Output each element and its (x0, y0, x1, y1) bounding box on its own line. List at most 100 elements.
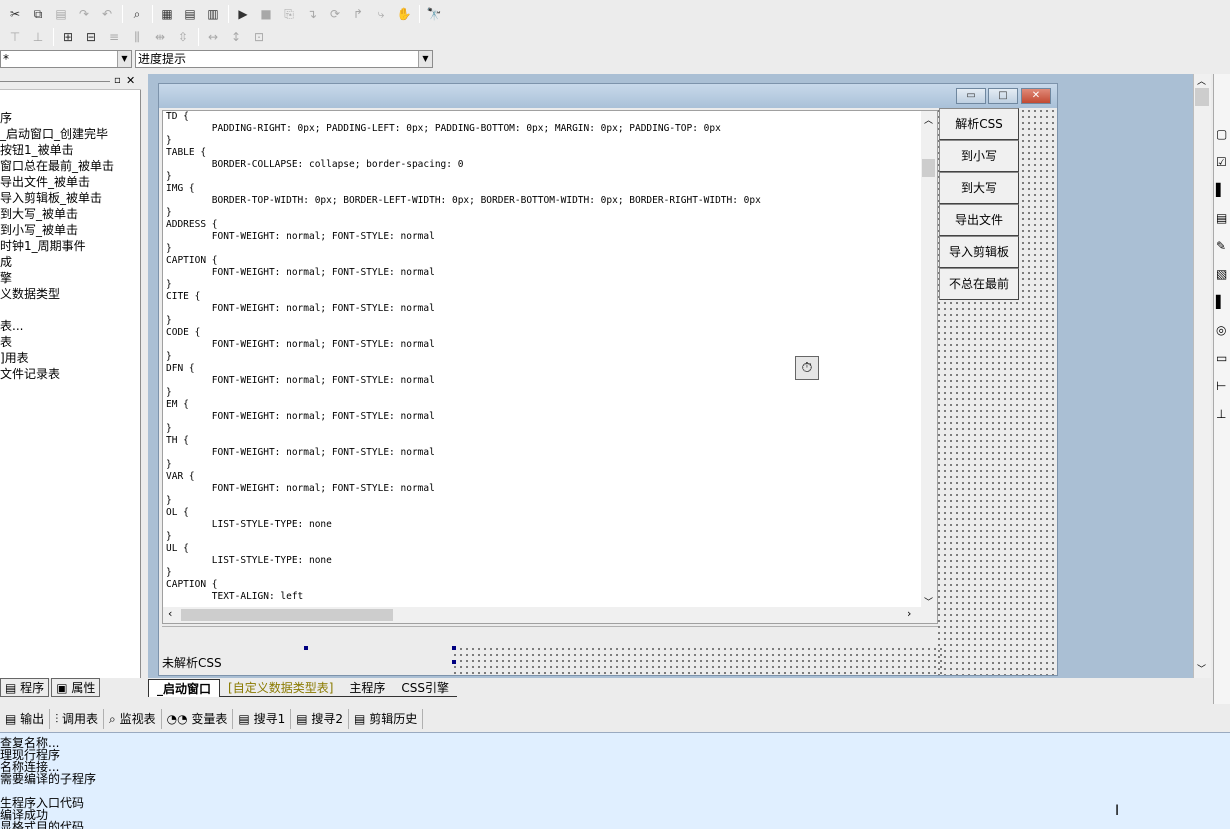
timer-icon[interactable]: ⏱ (795, 356, 819, 380)
stop-icon[interactable]: ■ (255, 4, 277, 24)
tree-item[interactable]: 时钟1_周期事件 (0, 238, 138, 254)
close-icon[interactable]: ✕ (126, 74, 135, 87)
step2-icon[interactable]: ↴ (301, 4, 323, 24)
tree-item[interactable]: 到小写_被单击 (0, 222, 138, 238)
tab-call-table[interactable]: ⫶ 调用表 (50, 709, 105, 729)
tree-item[interactable]: 成 (0, 254, 138, 270)
selection-handle[interactable] (452, 660, 456, 664)
output-panel[interactable]: 查复名称... 理现行程序 名称连接... 需要编译的子程序 生程序入口代码 编译成功 显格… (0, 732, 1230, 829)
tree-item[interactable] (0, 302, 138, 318)
step5-icon[interactable]: ⤷ (370, 4, 392, 24)
same-width-icon[interactable]: ↔ (202, 27, 224, 47)
tab-search2-label: 搜寻2 (311, 712, 344, 726)
output-line: 需要编译的子程序 (0, 772, 97, 786)
tree-item[interactable]: 导出文件_被单击 (0, 174, 138, 190)
tree-item[interactable]: _启动窗口_创建完毕 (0, 126, 138, 142)
tab-properties-label: 属性 (71, 681, 96, 695)
to-lowercase-button[interactable]: 到小写 (939, 140, 1019, 172)
tab-clip-history[interactable]: ▤ 剪辑历史 (349, 709, 424, 729)
tree-item[interactable]: 到大写_被单击 (0, 206, 138, 222)
toolbox-icons[interactable]: ▢ ☑ ▌ ▤ ✎ ▧ ▌ ◎ ▭ ⊢ ⊥ (1216, 120, 1227, 428)
space-v-icon[interactable]: ≡ (103, 27, 125, 47)
same-height-icon[interactable]: ↕ (225, 27, 247, 47)
scroll-right-icon[interactable]: › (907, 607, 911, 620)
to-uppercase-button[interactable]: 到大写 (939, 172, 1019, 204)
tab-program[interactable]: ▤ 程序 (0, 678, 50, 697)
object-selector[interactable]: * ▼ (0, 50, 132, 68)
space-h-icon[interactable]: ⫼ (126, 27, 148, 47)
scroll-left-icon[interactable]: ‹ (168, 607, 172, 620)
scroll-thumb[interactable] (1195, 88, 1209, 106)
properties-icon: ▣ (56, 681, 68, 695)
selection-handle[interactable] (452, 646, 456, 650)
align-bottom-icon[interactable]: ⊥ (27, 27, 49, 47)
layout2-icon[interactable]: ▤ (179, 4, 201, 24)
tree-item[interactable]: 表 (0, 334, 138, 350)
css-line: } (166, 315, 172, 326)
layout3-icon[interactable]: ▥ (202, 4, 224, 24)
selection-handle[interactable] (304, 646, 308, 650)
tab-variables[interactable]: ◔◔ 变量表 (162, 709, 234, 729)
css-editbox[interactable]: TD { PADDING-RIGHT: 0px; PADDING-LEFT: 0… (162, 110, 938, 624)
tab-startup-window[interactable]: _启动窗口 (148, 679, 221, 697)
minimize-icon[interactable]: ▭ (956, 88, 986, 104)
maximize-icon[interactable]: □ (988, 88, 1018, 104)
event-selector[interactable]: 进度提示 ▼ (135, 50, 433, 68)
tree-item[interactable]: 文件记录表 (0, 366, 138, 382)
css-line: CAPTION { (166, 255, 218, 266)
find-icon[interactable]: ⌕ (126, 4, 148, 24)
run-icon[interactable]: ▶ (232, 4, 254, 24)
tree-item[interactable]: 窗口总在最前_被单击 (0, 158, 138, 174)
tree-item[interactable]: 义数据类型 (0, 286, 138, 302)
step4-icon[interactable]: ↱ (347, 4, 369, 24)
tab-watch[interactable]: ⌕ 监视表 (104, 709, 162, 729)
binoculars-icon[interactable]: 🔭 (423, 4, 445, 24)
redo-icon[interactable]: ↷ (73, 4, 95, 24)
step3-icon[interactable]: ⟳ (324, 4, 346, 24)
copy-icon[interactable]: ⧉ (27, 4, 49, 24)
distribute-h-icon[interactable]: ⇹ (149, 27, 171, 47)
scroll-down-icon[interactable]: ﹀ (1197, 662, 1206, 675)
align-top-icon[interactable]: ⊤ (4, 27, 26, 47)
horizontal-scrollbar[interactable]: ‹ › (163, 607, 937, 623)
tab-custom-data-types[interactable]: [自定义数据类型表] (220, 679, 342, 697)
tree-item[interactable]: 表... (0, 318, 138, 334)
css-line: } (166, 135, 172, 146)
tab-search2[interactable]: ▤ 搜寻2 (291, 709, 350, 729)
export-file-button[interactable]: 导出文件 (939, 204, 1019, 236)
not-always-on-top-button[interactable]: 不总在最前 (939, 268, 1019, 300)
center-v-icon[interactable]: ⊟ (80, 27, 102, 47)
chevron-down-icon[interactable]: ▼ (418, 51, 432, 67)
close-icon[interactable]: ✕ (1021, 88, 1051, 104)
tree-item[interactable]: 按钮1_被单击 (0, 142, 138, 158)
tree-item[interactable]: 导入剪辑板_被单击 (0, 190, 138, 206)
designer-vertical-scrollbar[interactable]: ︿ ﹀ (1193, 74, 1211, 678)
scroll-thumb[interactable] (181, 609, 393, 621)
restore-icon[interactable]: ▫ (114, 75, 121, 86)
scroll-up-icon[interactable]: ︿ (1197, 74, 1206, 87)
cut-icon[interactable]: ✂ (4, 4, 26, 24)
layout1-icon[interactable]: ▦ (156, 4, 178, 24)
center-h-icon[interactable]: ⊞ (57, 27, 79, 47)
tree-item[interactable]: 序 (0, 110, 138, 126)
paste-icon[interactable]: ▤ (50, 4, 72, 24)
parse-css-button[interactable]: 解析CSS (939, 108, 1019, 140)
hand-icon[interactable]: ✋ (393, 4, 415, 24)
tab-css-engine[interactable]: CSS引擎 (393, 679, 458, 697)
undo-icon[interactable]: ↶ (96, 4, 118, 24)
vertical-scrollbar[interactable]: ︿ ﹀ (921, 111, 937, 608)
same-size-icon[interactable]: ⊡ (248, 27, 270, 47)
scroll-up-icon[interactable]: ︿ (924, 113, 933, 126)
tree-item[interactable]: 擎 (0, 270, 138, 286)
tab-main-program[interactable]: 主程序 (341, 679, 394, 697)
status-label[interactable]: 未解析CSS (162, 654, 222, 671)
scroll-thumb[interactable] (922, 159, 935, 177)
tab-output[interactable]: ▤ 输出 (0, 709, 51, 729)
tree-item[interactable]: ]用表 (0, 350, 138, 366)
import-clipboard-button[interactable]: 导入剪辑板 (939, 236, 1019, 268)
step1-icon[interactable]: ⎘ (278, 4, 300, 24)
chevron-down-icon[interactable]: ▼ (117, 51, 131, 67)
distribute-v-icon[interactable]: ⇳ (172, 27, 194, 47)
tab-properties[interactable]: ▣ 属性 (51, 678, 101, 697)
tab-search1[interactable]: ▤ 搜寻1 (233, 709, 292, 729)
